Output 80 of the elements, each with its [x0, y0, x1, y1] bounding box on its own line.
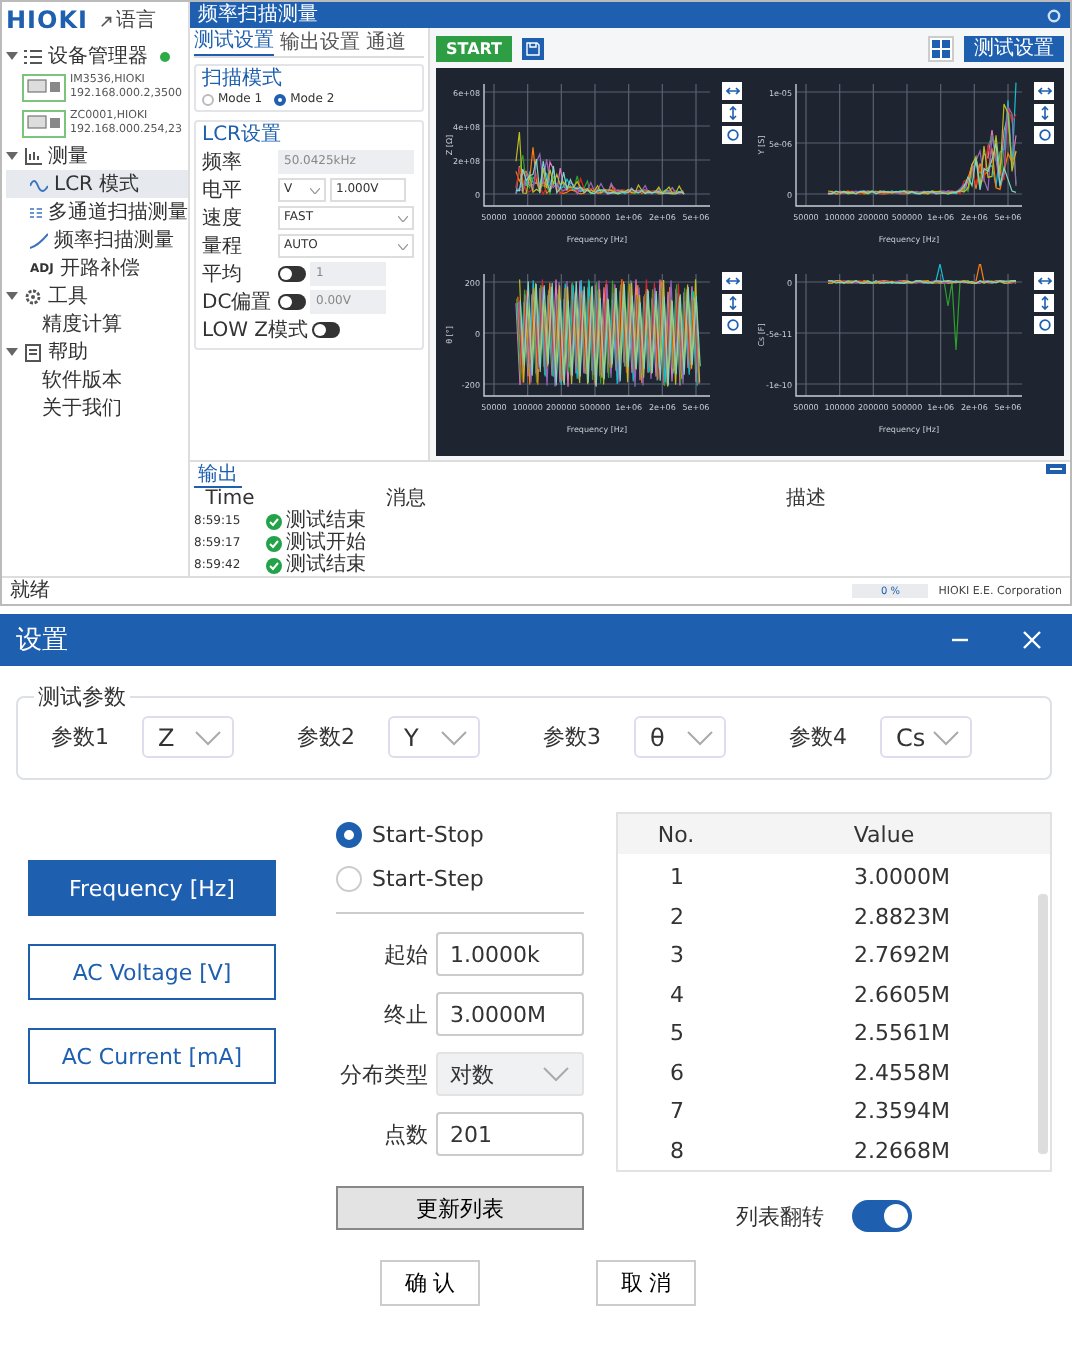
field-label: LOW Z模式 [202, 317, 309, 344]
sidebar-section[interactable]: 帮助 [48, 338, 88, 366]
field-label: 平均 [202, 262, 244, 288]
table-cell: 测试结束 [286, 554, 366, 576]
field-label: 速度 [202, 205, 244, 232]
table-cell-text: 5 [668, 1020, 686, 1047]
sidebar-item[interactable]: LCR 模式 [6, 170, 188, 198]
sweep-type-button[interactable]: Frequency [Hz] [28, 860, 276, 916]
input-field[interactable]: 3.0000M [436, 992, 584, 1036]
sidebar-item[interactable]: 软件版本 [6, 366, 188, 394]
toggle-label: 列表翻转 [736, 1201, 824, 1231]
table-cell-text: 2.2668M [852, 1137, 952, 1164]
select-field[interactable]: Y [388, 716, 480, 758]
dialog-button[interactable]: 取 消 [596, 1260, 696, 1306]
dialog-button[interactable]: 确 认 [380, 1260, 480, 1306]
field-label: 参数3 [541, 722, 603, 752]
table-cell-text: 3 [668, 942, 686, 969]
table-cell-text: 1 [668, 864, 686, 891]
select-field[interactable]: θ [634, 716, 726, 758]
select-field[interactable]: 对数 [436, 1052, 584, 1096]
tab[interactable]: 输出设置 [280, 30, 360, 56]
field-label: 参数2 [295, 722, 357, 752]
test-settings-button[interactable]: 测试设置 [964, 35, 1064, 61]
column-header: 描述 [784, 488, 828, 510]
item-label: 开路补偿 [59, 255, 140, 282]
sweep-type-button[interactable]: AC Voltage [V] [28, 944, 276, 1000]
input-field[interactable]: 1.0000k [436, 932, 584, 976]
table-cell-text: 2.5561M [852, 1020, 952, 1047]
column-header: Value [851, 821, 917, 847]
dialog-title: 设置 [16, 624, 68, 658]
tab[interactable]: 通道 [366, 30, 406, 56]
table-cell-text: 2.6605M [852, 981, 952, 1008]
sidebar-item[interactable]: 频率扫描测量 [6, 226, 188, 254]
sidebar-section[interactable]: 工具 [48, 282, 88, 310]
sidebar-item[interactable]: 多通道扫描测量 [6, 198, 188, 226]
status-text: 就绪 [10, 579, 50, 603]
field-label: 参数4 [787, 722, 849, 752]
select-field[interactable]: Z [142, 716, 234, 758]
table-cell-text: 2.4558M [852, 1059, 952, 1086]
table-cell-text: 6 [668, 1059, 686, 1086]
sidebar-section[interactable]: 设备管理器 [48, 42, 148, 70]
sweep-type-button[interactable]: AC Current [mA] [28, 1028, 276, 1084]
table-cell-text: 8 [668, 1137, 686, 1164]
select-field[interactable]: Cs [880, 716, 972, 758]
field-label: 起始 [382, 939, 430, 969]
sidebar-item[interactable]: 关于我们 [6, 394, 188, 422]
field-label: 频率 [202, 149, 244, 176]
column-header: 消息 [384, 488, 428, 510]
table-cell-text: 4 [668, 981, 686, 1008]
table-cell-text: 7 [668, 1098, 686, 1125]
column-header: Time [203, 488, 257, 510]
field-label: DC偏置 [202, 289, 274, 316]
update-list-button[interactable]: 更新列表 [336, 1186, 584, 1230]
column-header: No. [655, 821, 697, 847]
group-title: LCR设置 [202, 124, 284, 148]
logo: HIOKI [6, 6, 88, 34]
radio-option[interactable]: Start-Stop [336, 812, 584, 856]
radio-option[interactable]: Start-Step [336, 856, 584, 900]
field-label: 参数1 [49, 722, 111, 752]
language-button[interactable]: 语言 [99, 6, 156, 34]
group-title: 测试参数 [36, 682, 128, 712]
tab[interactable]: 输出 [194, 464, 242, 488]
window-title: 频率扫描测量 [198, 3, 318, 27]
table-cell-text: 2.7692M [852, 942, 952, 969]
tab[interactable]: 测试设置 [194, 30, 274, 56]
input-field[interactable]: 201 [436, 1112, 584, 1156]
sidebar-item[interactable]: 精度计算 [6, 310, 188, 338]
field-label: 量程 [202, 234, 244, 260]
table-cell: 测试开始 [286, 532, 366, 554]
table-cell-text: 2.8823M [852, 903, 952, 930]
field-label: 终止 [382, 999, 430, 1029]
field-label: 电平 [202, 177, 244, 204]
group-title: 扫描模式 [202, 68, 284, 92]
field-label: 分布类型 [338, 1059, 430, 1089]
table-cell-text: 2.3594M [852, 1098, 952, 1125]
table-cell: 测试结束 [286, 510, 366, 532]
field-label: 点数 [382, 1119, 430, 1149]
table-cell-text: 2 [668, 903, 686, 930]
sidebar-section[interactable]: 测量 [48, 142, 88, 170]
table-cell-text: 3.0000M [852, 864, 952, 891]
